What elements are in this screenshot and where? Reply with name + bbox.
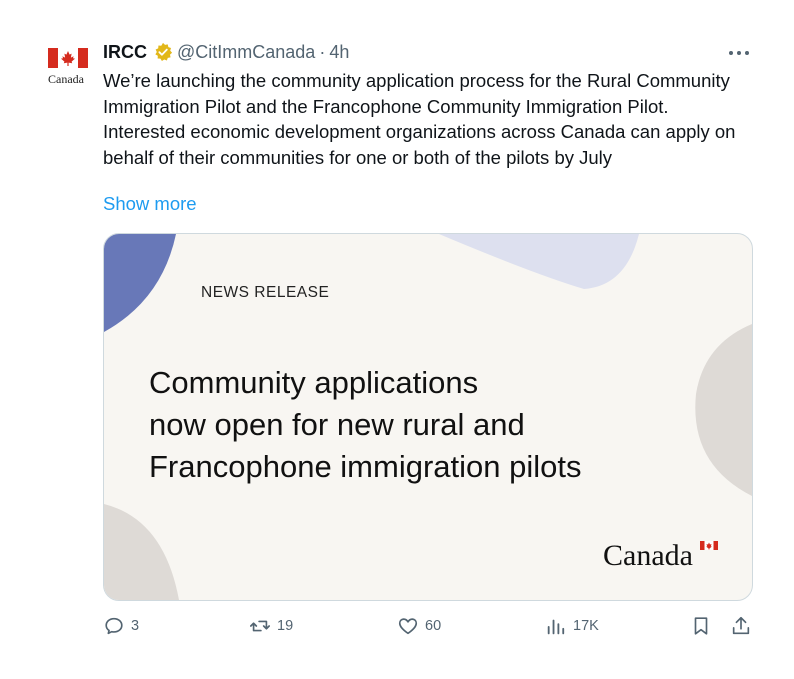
like-button[interactable]: 60 [397,615,441,637]
card-kicker: NEWS RELEASE [201,284,330,301]
author-handle[interactable]: @CitImmCanada [177,42,315,63]
tweet-text: We’re launching the community applicatio… [103,70,736,168]
verified-badge-icon [155,42,173,61]
like-count: 60 [425,618,442,634]
repost-button[interactable]: 19 [249,615,293,637]
headline-line: now open for new rural and [149,407,525,442]
canada-wordmark: Canada [603,539,693,572]
timestamp[interactable]: 4h [329,42,349,63]
views-chart-icon [547,619,565,635]
separator-dot: · [319,41,326,62]
repost-count: 19 [277,618,294,634]
headline-line: Francophone immigration pilots [149,449,582,484]
avatar-wordmark: Canada [48,72,84,86]
reply-icon [105,617,123,635]
reply-count: 3 [131,618,140,634]
reply-button[interactable]: 3 [103,615,139,637]
tweet-header: IRCC @CitImmCanada · 4h [103,40,349,64]
repost-icon [250,620,270,632]
views-button[interactable]: 17K [545,615,599,637]
action-bar: 3 19 60 17K [0,611,794,641]
avatar[interactable]: Canada [48,44,94,90]
canada-flag-icon [700,541,718,550]
bookmark-icon [694,617,708,635]
more-horizontal-icon[interactable] [726,46,752,60]
headline-line: Community applications [149,365,479,400]
views-count: 17K [573,618,599,634]
heart-icon [398,618,418,635]
bookmark-button[interactable] [690,615,718,637]
author-name[interactable]: IRCC [103,42,147,63]
share-button[interactable] [730,615,758,637]
card-headline: Community applications now open for new … [149,362,582,488]
canada-flag-icon [48,48,88,68]
media-card[interactable]: NEWS RELEASE Community applications now … [103,233,753,601]
share-icon [732,616,750,635]
show-more-link[interactable]: Show more [103,193,197,215]
